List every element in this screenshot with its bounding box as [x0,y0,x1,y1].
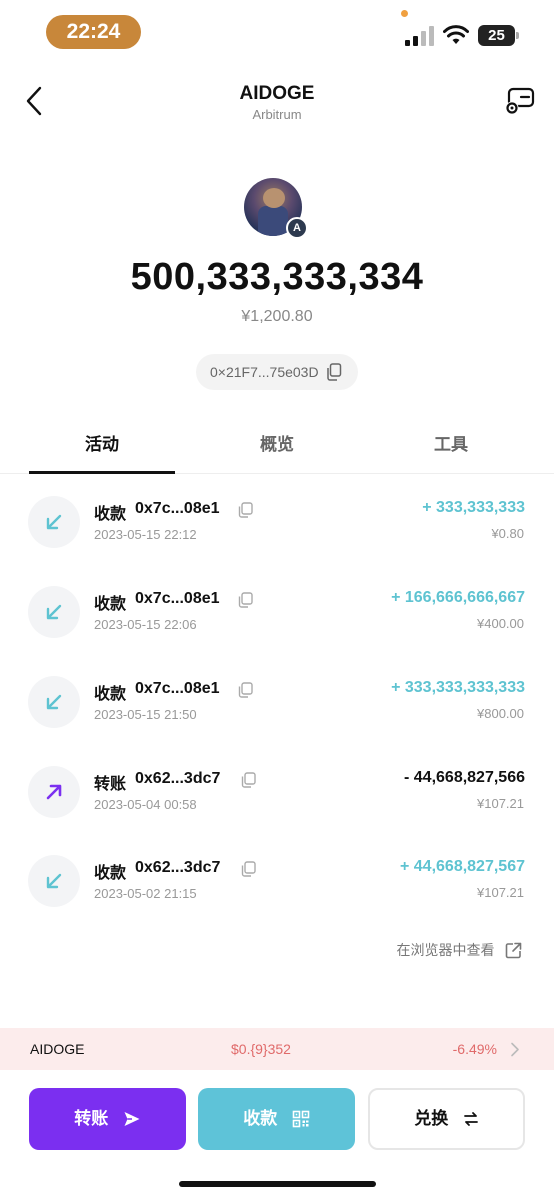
transaction-amount: - 44,668,827,566 [404,769,525,786]
tab-overview[interactable]: 概览 [204,430,350,455]
market-price-bar[interactable]: AIDOGE $0.{9}352 -6.49% [0,1028,554,1070]
swap-arrows-icon [463,1112,478,1126]
copy-icon[interactable] [241,772,256,788]
transaction-type: 转账 [94,776,127,793]
send-arrow-icon [28,766,80,818]
cellular-signal-icon [405,26,435,46]
receive-button-label: 收款 [243,1109,278,1128]
transfer-button[interactable]: 转账 [29,1088,186,1150]
tab-tools[interactable]: 工具 [378,430,524,455]
token-settings-button[interactable] [503,86,537,118]
price-bar-price: $0.{9}352 [231,1041,291,1057]
contract-address-pill[interactable]: 0×21F7...75e03D [196,354,358,390]
active-tab-indicator [29,471,175,474]
status-time: 22:24 [46,15,141,49]
transaction-amount: + 333,333,333 [422,499,525,516]
receive-arrow-icon [28,586,80,638]
home-indicator[interactable] [179,1181,376,1187]
transaction-date: 2023-05-15 22:12 [94,527,197,542]
transaction-fiat-value: ¥107.21 [477,796,524,811]
price-bar-change: -6.49% [452,1041,497,1057]
transaction-row[interactable]: 收款 0x7c...08e1 2023-05-15 22:12 + 333,33… [0,496,554,568]
recording-indicator-dot [401,10,408,17]
swap-button-label: 兑换 [414,1109,449,1128]
status-bar: 22:24 25 [0,0,554,60]
transaction-row[interactable]: 收款 0x7c...08e1 2023-05-15 21:50 + 333,33… [0,676,554,748]
transaction-amount: + 166,666,666,667 [391,589,525,606]
transaction-type: 收款 [94,686,127,703]
receive-arrow-icon [28,855,80,907]
transaction-fiat-value: ¥800.00 [477,706,524,721]
transaction-date: 2023-05-02 21:15 [94,886,197,901]
transfer-button-label: 转账 [74,1109,109,1128]
transaction-type: 收款 [94,865,127,882]
header: AIDOGE Arbitrum [0,70,554,134]
price-bar-symbol: AIDOGE [30,1041,85,1057]
qr-code-icon [292,1110,310,1128]
battery-tip [516,32,519,39]
transaction-amount: + 333,333,333,333 [391,679,525,696]
transaction-address: 0x62...3dc7 [135,859,221,876]
transaction-amount: + 44,668,827,567 [399,858,525,875]
view-in-explorer-label: 在浏览器中查看 [396,942,495,958]
transaction-row[interactable]: 转账 0x62...3dc7 2023-05-04 00:58 - 44,668… [0,766,554,838]
token-fiat-value: ¥1,200.80 [241,308,313,325]
copy-icon[interactable] [238,502,253,518]
copy-icon[interactable] [241,861,256,877]
arbitrum-chain-icon: A [286,217,308,239]
copy-icon[interactable] [326,363,342,381]
receive-button[interactable]: 收款 [198,1088,355,1150]
transaction-address: 0x7c...08e1 [135,680,220,697]
send-icon [124,1112,140,1126]
transaction-address: 0x7c...08e1 [135,590,220,607]
transaction-type: 收款 [94,596,127,613]
copy-icon[interactable] [238,682,253,698]
receive-arrow-icon [28,496,80,548]
page-title: AIDOGE [239,83,315,104]
view-in-explorer-link[interactable]: 在浏览器中查看 [397,940,522,960]
token-balance: 500,333,333,334 [130,256,424,298]
contract-address: 0×21F7...75e03D [210,364,319,380]
tab-bar: 活动 概览 工具 [0,418,554,474]
transaction-fiat-value: ¥107.21 [477,885,524,900]
network-subtitle: Arbitrum [252,107,302,122]
transaction-address: 0x7c...08e1 [135,500,220,517]
transaction-row[interactable]: 收款 0x62...3dc7 2023-05-02 21:15 + 44,668… [0,855,554,927]
transaction-date: 2023-05-15 22:06 [94,617,197,632]
transaction-fiat-value: ¥0.80 [491,526,524,541]
transaction-address: 0x62...3dc7 [135,770,221,787]
wifi-icon [443,25,469,44]
battery-indicator: 25 [478,25,515,46]
external-link-icon [505,942,522,958]
tab-activity[interactable]: 活动 [29,430,175,455]
chevron-right-icon [511,1042,519,1057]
transaction-row[interactable]: 收款 0x7c...08e1 2023-05-15 22:06 + 166,66… [0,586,554,658]
transaction-date: 2023-05-04 00:58 [94,797,197,812]
swap-button[interactable]: 兑换 [368,1088,525,1150]
transaction-date: 2023-05-15 21:50 [94,707,197,722]
copy-icon[interactable] [238,592,253,608]
receive-arrow-icon [28,676,80,728]
transaction-type: 收款 [94,506,127,523]
transaction-fiat-value: ¥400.00 [477,616,524,631]
